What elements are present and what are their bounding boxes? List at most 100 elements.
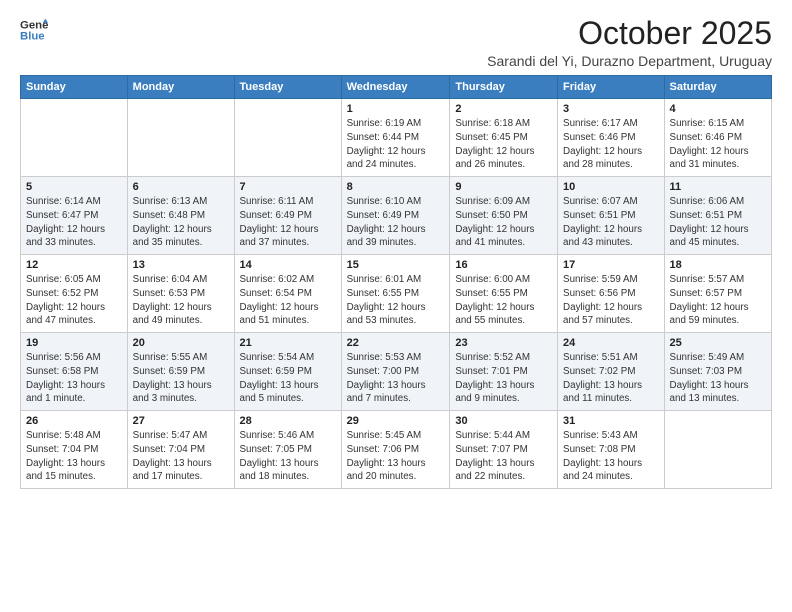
title-area: October 2025 Sarandi del Yi, Durazno Dep… xyxy=(487,16,772,69)
weekday-header-thursday: Thursday xyxy=(450,76,558,99)
logo: General Blue xyxy=(20,16,48,44)
calendar-cell: 25 Sunrise: 5:49 AM Sunset: 7:03 PM Dayli… xyxy=(664,333,771,411)
day-number: 31 xyxy=(563,415,659,427)
day-info: Sunrise: 6:19 AM Sunset: 6:44 PM Dayligh… xyxy=(347,117,445,172)
calendar-cell: 22 Sunrise: 5:53 AM Sunset: 7:00 PM Dayli… xyxy=(341,333,450,411)
day-number: 17 xyxy=(563,259,659,271)
calendar-cell: 2Sunrise: 6:18 AM Sunset: 6:45 PM Daylig… xyxy=(450,99,558,177)
day-number: 24 xyxy=(563,337,659,349)
calendar-cell: 30 Sunrise: 5:44 AM Sunset: 7:07 PM Dayli… xyxy=(450,411,558,489)
calendar-table: SundayMondayTuesdayWednesdayThursdayFrid… xyxy=(20,75,772,489)
day-number: 7 xyxy=(240,181,336,193)
calendar-week-row: 26 Sunrise: 5:48 AM Sunset: 7:04 PM Dayli… xyxy=(21,411,772,489)
day-number: 5 xyxy=(26,181,122,193)
day-info: Sunrise: 5:43 AM Sunset: 7:08 PM Dayligh… xyxy=(563,429,659,484)
calendar-cell: 29Sunrise: 5:45 AM Sunset: 7:06 PM Dayli… xyxy=(341,411,450,489)
day-info: Sunrise: 6:11 AM Sunset: 6:49 PM Dayligh… xyxy=(240,195,336,250)
day-number: 27 xyxy=(133,415,229,427)
day-info: Sunrise: 5:45 AM Sunset: 7:06 PM Dayligh… xyxy=(347,429,445,484)
day-number: 3 xyxy=(563,103,659,115)
day-info: Sunrise: 6:15 AM Sunset: 6:46 PM Dayligh… xyxy=(670,117,766,172)
day-number: 1 xyxy=(347,103,445,115)
calendar-cell: 21Sunrise: 5:54 AM Sunset: 6:59 PM Dayli… xyxy=(234,333,341,411)
svg-text:General: General xyxy=(20,19,48,31)
day-info: Sunrise: 6:04 AM Sunset: 6:53 PM Dayligh… xyxy=(133,273,229,328)
day-number: 10 xyxy=(563,181,659,193)
calendar-cell xyxy=(234,99,341,177)
day-info: Sunrise: 6:01 AM Sunset: 6:55 PM Dayligh… xyxy=(347,273,445,328)
calendar-cell: 27 Sunrise: 5:47 AM Sunset: 7:04 PM Dayli… xyxy=(127,411,234,489)
calendar-cell: 10 Sunrise: 6:07 AM Sunset: 6:51 PM Dayli… xyxy=(558,177,665,255)
day-info: Sunrise: 5:51 AM Sunset: 7:02 PM Dayligh… xyxy=(563,351,659,406)
calendar-cell: 4 Sunrise: 6:15 AM Sunset: 6:46 PM Daylig… xyxy=(664,99,771,177)
month-title: October 2025 xyxy=(487,16,772,51)
location-title: Sarandi del Yi, Durazno Department, Urug… xyxy=(487,53,772,69)
svg-text:Blue: Blue xyxy=(20,31,45,43)
day-number: 18 xyxy=(670,259,766,271)
day-number: 22 xyxy=(347,337,445,349)
calendar-cell: 26 Sunrise: 5:48 AM Sunset: 7:04 PM Dayli… xyxy=(21,411,128,489)
day-number: 25 xyxy=(670,337,766,349)
day-info: Sunrise: 6:18 AM Sunset: 6:45 PM Dayligh… xyxy=(455,117,552,172)
day-info: Sunrise: 5:56 AM Sunset: 6:58 PM Dayligh… xyxy=(26,351,122,406)
day-info: Sunrise: 5:48 AM Sunset: 7:04 PM Dayligh… xyxy=(26,429,122,484)
day-info: Sunrise: 5:44 AM Sunset: 7:07 PM Dayligh… xyxy=(455,429,552,484)
day-info: Sunrise: 6:09 AM Sunset: 6:50 PM Dayligh… xyxy=(455,195,552,250)
day-info: Sunrise: 6:02 AM Sunset: 6:54 PM Dayligh… xyxy=(240,273,336,328)
day-info: Sunrise: 6:00 AM Sunset: 6:55 PM Dayligh… xyxy=(455,273,552,328)
weekday-header-row: SundayMondayTuesdayWednesdayThursdayFrid… xyxy=(21,76,772,99)
calendar-week-row: 1 Sunrise: 6:19 AM Sunset: 6:44 PM Daylig… xyxy=(21,99,772,177)
calendar-cell: 8 Sunrise: 6:10 AM Sunset: 6:49 PM Daylig… xyxy=(341,177,450,255)
day-info: Sunrise: 5:52 AM Sunset: 7:01 PM Dayligh… xyxy=(455,351,552,406)
header: General Blue October 2025 Sarandi del Yi… xyxy=(20,16,772,69)
calendar-cell: 11 Sunrise: 6:06 AM Sunset: 6:51 PM Dayli… xyxy=(664,177,771,255)
calendar-cell: 6Sunrise: 6:13 AM Sunset: 6:48 PM Daylig… xyxy=(127,177,234,255)
day-number: 14 xyxy=(240,259,336,271)
calendar-cell: 24 Sunrise: 5:51 AM Sunset: 7:02 PM Dayli… xyxy=(558,333,665,411)
day-info: Sunrise: 5:53 AM Sunset: 7:00 PM Dayligh… xyxy=(347,351,445,406)
weekday-header-friday: Friday xyxy=(558,76,665,99)
day-info: Sunrise: 6:14 AM Sunset: 6:47 PM Dayligh… xyxy=(26,195,122,250)
day-number: 21 xyxy=(240,337,336,349)
day-info: Sunrise: 5:57 AM Sunset: 6:57 PM Dayligh… xyxy=(670,273,766,328)
calendar-cell: 23Sunrise: 5:52 AM Sunset: 7:01 PM Dayli… xyxy=(450,333,558,411)
calendar-cell: 16 Sunrise: 6:00 AM Sunset: 6:55 PM Dayli… xyxy=(450,255,558,333)
day-number: 4 xyxy=(670,103,766,115)
calendar-cell: 17 Sunrise: 5:59 AM Sunset: 6:56 PM Dayli… xyxy=(558,255,665,333)
calendar-cell: 20Sunrise: 5:55 AM Sunset: 6:59 PM Dayli… xyxy=(127,333,234,411)
day-info: Sunrise: 5:46 AM Sunset: 7:05 PM Dayligh… xyxy=(240,429,336,484)
calendar-cell: 18 Sunrise: 5:57 AM Sunset: 6:57 PM Dayli… xyxy=(664,255,771,333)
day-number: 11 xyxy=(670,181,766,193)
weekday-header-sunday: Sunday xyxy=(21,76,128,99)
calendar-cell: 9Sunrise: 6:09 AM Sunset: 6:50 PM Daylig… xyxy=(450,177,558,255)
day-info: Sunrise: 5:59 AM Sunset: 6:56 PM Dayligh… xyxy=(563,273,659,328)
weekday-header-saturday: Saturday xyxy=(664,76,771,99)
calendar-cell: 12Sunrise: 6:05 AM Sunset: 6:52 PM Dayli… xyxy=(21,255,128,333)
calendar-week-row: 12Sunrise: 6:05 AM Sunset: 6:52 PM Dayli… xyxy=(21,255,772,333)
calendar-cell: 14 Sunrise: 6:02 AM Sunset: 6:54 PM Dayli… xyxy=(234,255,341,333)
day-info: Sunrise: 5:49 AM Sunset: 7:03 PM Dayligh… xyxy=(670,351,766,406)
day-info: Sunrise: 6:17 AM Sunset: 6:46 PM Dayligh… xyxy=(563,117,659,172)
day-number: 15 xyxy=(347,259,445,271)
day-info: Sunrise: 6:05 AM Sunset: 6:52 PM Dayligh… xyxy=(26,273,122,328)
calendar-cell: 5 Sunrise: 6:14 AM Sunset: 6:47 PM Daylig… xyxy=(21,177,128,255)
weekday-header-wednesday: Wednesday xyxy=(341,76,450,99)
calendar-cell: 19 Sunrise: 5:56 AM Sunset: 6:58 PM Dayli… xyxy=(21,333,128,411)
day-info: Sunrise: 6:10 AM Sunset: 6:49 PM Dayligh… xyxy=(347,195,445,250)
day-info: Sunrise: 6:07 AM Sunset: 6:51 PM Dayligh… xyxy=(563,195,659,250)
day-info: Sunrise: 5:55 AM Sunset: 6:59 PM Dayligh… xyxy=(133,351,229,406)
day-number: 19 xyxy=(26,337,122,349)
day-number: 30 xyxy=(455,415,552,427)
calendar-cell: 3 Sunrise: 6:17 AM Sunset: 6:46 PM Daylig… xyxy=(558,99,665,177)
day-number: 28 xyxy=(240,415,336,427)
day-info: Sunrise: 6:13 AM Sunset: 6:48 PM Dayligh… xyxy=(133,195,229,250)
day-number: 26 xyxy=(26,415,122,427)
calendar-cell: 15 Sunrise: 6:01 AM Sunset: 6:55 PM Dayli… xyxy=(341,255,450,333)
day-number: 16 xyxy=(455,259,552,271)
calendar-week-row: 5 Sunrise: 6:14 AM Sunset: 6:47 PM Daylig… xyxy=(21,177,772,255)
day-number: 8 xyxy=(347,181,445,193)
day-info: Sunrise: 6:06 AM Sunset: 6:51 PM Dayligh… xyxy=(670,195,766,250)
day-info: Sunrise: 5:47 AM Sunset: 7:04 PM Dayligh… xyxy=(133,429,229,484)
logo-icon: General Blue xyxy=(20,16,48,44)
page: General Blue October 2025 Sarandi del Yi… xyxy=(0,0,792,612)
